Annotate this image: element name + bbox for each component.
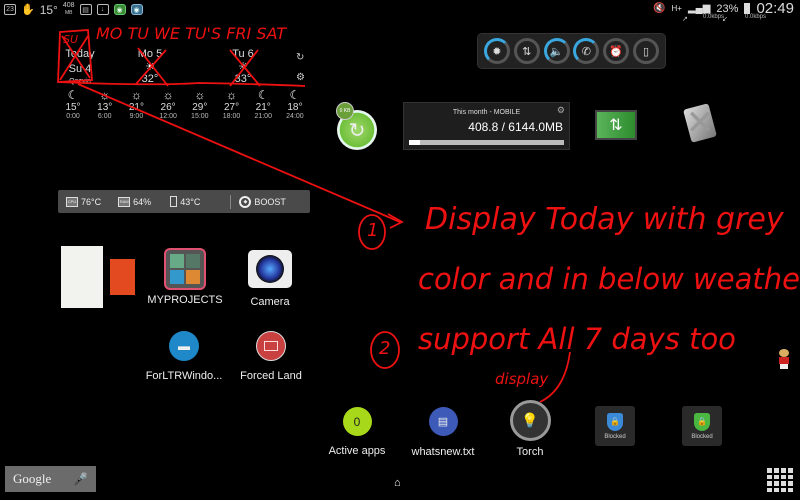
- tue-x-mark: [229, 49, 261, 87]
- annotation-note2-num: 2: [379, 338, 391, 359]
- annotation-today-mark: SU: [63, 33, 79, 46]
- annotation-note1-num: 1: [367, 220, 379, 241]
- annotation-display-word: display: [495, 370, 549, 388]
- mon-x-mark: [135, 47, 169, 87]
- underline-stroke: [57, 81, 306, 87]
- arrow-line: [77, 83, 404, 229]
- annotation-note2-line: support All 7 days too: [418, 322, 736, 356]
- annotation-note1-line2: color and in below weather: [418, 262, 800, 296]
- annotation-strokes: [57, 29, 571, 403]
- annotation-days-header: MO TU WE TU'S FRI SAT: [96, 24, 287, 43]
- annotation-note1-line1: Display Today with grey: [425, 202, 784, 237]
